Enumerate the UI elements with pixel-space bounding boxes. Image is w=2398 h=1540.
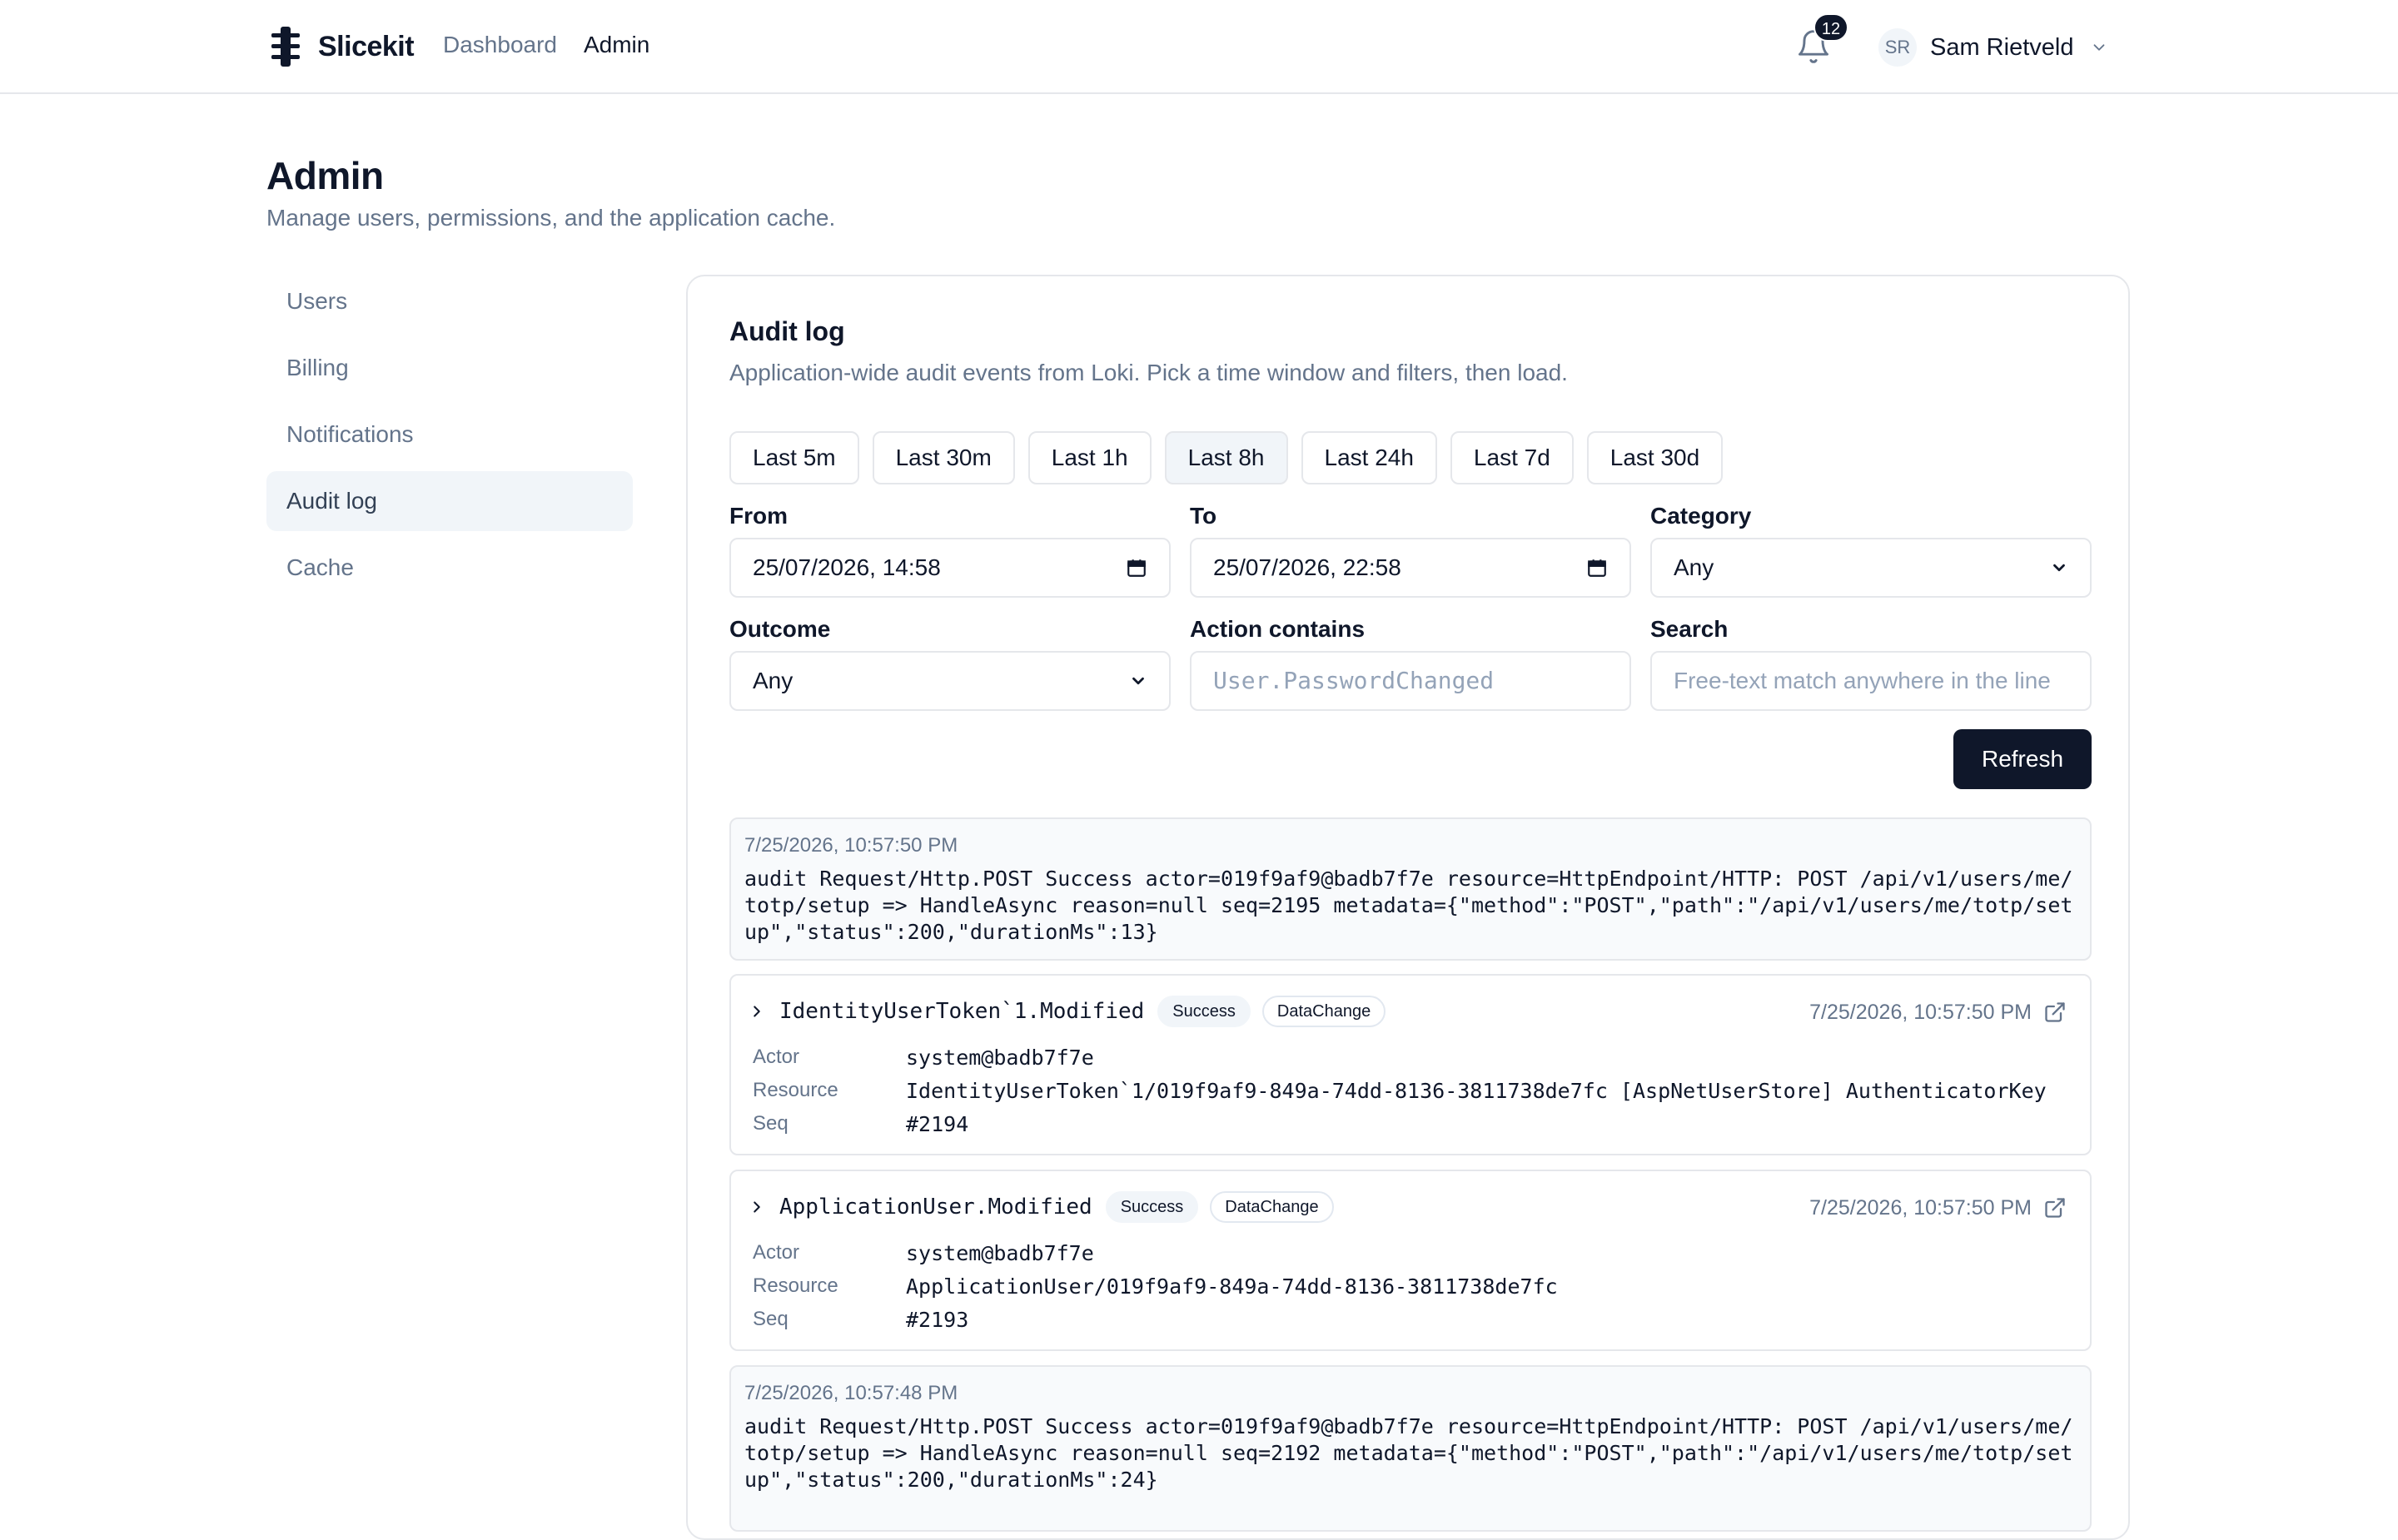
refresh-button[interactable]: Refresh (1953, 729, 2092, 789)
calendar-icon[interactable] (1586, 557, 1608, 579)
detail-row-actor: Actor system@badb7f7e (753, 1041, 2047, 1074)
range-last-1h-button[interactable]: Last 1h (1027, 431, 1152, 484)
calendar-icon[interactable] (1126, 557, 1147, 579)
detail-key: Actor (753, 1046, 800, 1068)
detail-value: IdentityUserToken`1/019f9af9-849a-74dd-8… (906, 1078, 2047, 1103)
notification-count-badge: 12 (1813, 13, 1848, 42)
outcome-select[interactable]: Any (729, 651, 1171, 711)
slicekit-logo-icon (271, 27, 300, 67)
detail-value: system@badb7f7e (906, 1045, 1094, 1070)
detail-key: Actor (753, 1241, 800, 1264)
category-badge: DataChange (1261, 996, 1386, 1027)
raw-log-entry: 7/25/2026, 10:57:48 PM audit Request/Htt… (729, 1365, 2092, 1532)
time-range-presets: Last 5m Last 30m Last 1h Last 8h Last 24… (729, 431, 1724, 484)
detail-key: Seq (753, 1112, 789, 1135)
range-last-8h-button[interactable]: Last 8h (1164, 431, 1288, 484)
action-contains-label: Action contains (1190, 616, 1366, 642)
raw-log-text: audit Request/Http.POST Success actor=01… (744, 1414, 2073, 1492)
from-datetime-input[interactable]: 25/07/2026, 14:58 (729, 538, 1171, 598)
audit-entry-action: IdentityUserToken`1.Modified (779, 999, 1145, 1024)
audit-entry-action: ApplicationUser.Modified (779, 1195, 1092, 1220)
outcome-badge: Success (1157, 996, 1251, 1027)
search-input[interactable] (1674, 668, 2068, 694)
from-label: From (729, 503, 788, 529)
audit-entry[interactable]: ApplicationUser.Modified Success DataCha… (729, 1170, 2092, 1351)
search-label: Search (1650, 616, 1729, 642)
raw-log-entry: 7/25/2026, 10:57:50 PM audit Request/Htt… (729, 817, 2092, 961)
chevron-right-icon[interactable] (748, 1002, 766, 1021)
action-contains-field (1190, 651, 1631, 711)
raw-log-text: audit Request/Http.POST Success actor=01… (744, 867, 2073, 944)
audit-entry-header: IdentityUserToken`1.Modified Success Dat… (748, 996, 1397, 1027)
to-datetime-input[interactable]: 25/07/2026, 22:58 (1190, 538, 1631, 598)
admin-sidebar: Users Billing Notifications Audit log Ca… (266, 271, 633, 604)
raw-log-time: 7/25/2026, 10:57:50 PM (744, 834, 958, 857)
range-last-7d-button[interactable]: Last 7d (1450, 431, 1574, 484)
raw-log-time: 7/25/2026, 10:57:48 PM (744, 1382, 958, 1404)
audit-entry-time: 7/25/2026, 10:57:50 PM (1809, 1001, 2032, 1024)
detail-value: #2194 (906, 1111, 969, 1136)
brand[interactable]: Slicekit (268, 25, 415, 68)
detail-row-seq: Seq #2194 (753, 1107, 2047, 1140)
audit-log-title: Audit log (729, 316, 845, 346)
audit-entry-details: Actor system@badb7f7e Resource Applicati… (753, 1236, 1558, 1336)
outcome-select-value: Any (753, 668, 794, 693)
detail-value: #2193 (906, 1307, 969, 1332)
detail-row-resource: Resource IdentityUserToken`1/019f9af9-84… (753, 1074, 2047, 1107)
detail-row-resource: Resource ApplicationUser/019f9af9-849a-7… (753, 1269, 1558, 1303)
detail-value: ApplicationUser/019f9af9-849a-74dd-8136-… (906, 1274, 1558, 1299)
audit-entry-time: 7/25/2026, 10:57:50 PM (1809, 1196, 2032, 1220)
external-link-icon[interactable] (2043, 1001, 2067, 1024)
audit-entry[interactable]: IdentityUserToken`1.Modified Success Dat… (729, 974, 2092, 1155)
from-datetime-value: 25/07/2026, 14:58 (753, 554, 941, 580)
audit-log-card: Audit log Application-wide audit events … (686, 275, 2130, 1540)
sidebar-item-cache[interactable]: Cache (266, 538, 633, 598)
detail-row-seq: Seq #2193 (753, 1303, 1558, 1336)
nav-admin[interactable]: Admin (584, 32, 649, 58)
sidebar-item-notifications[interactable]: Notifications (266, 405, 633, 464)
chevron-down-icon (1132, 677, 1144, 685)
category-label: Category (1650, 503, 1752, 529)
chevron-down-icon (2053, 564, 2065, 572)
sidebar-item-billing[interactable]: Billing (266, 338, 633, 398)
range-last-24h-button[interactable]: Last 24h (1301, 431, 1437, 484)
top-header: Slicekit Dashboard Admin 12 SR Sam Rietv… (0, 0, 2398, 94)
to-datetime-value: 25/07/2026, 22:58 (1213, 554, 1401, 580)
category-select[interactable]: Any (1650, 538, 2092, 598)
search-field (1650, 651, 2092, 711)
avatar: SR (1878, 28, 1917, 67)
audit-entry-details: Actor system@badb7f7e Resource IdentityU… (753, 1041, 2047, 1140)
category-select-value: Any (1674, 554, 1714, 580)
detail-value: system@badb7f7e (906, 1240, 1094, 1265)
sidebar-item-audit-log[interactable]: Audit log (266, 471, 633, 531)
outcome-badge: Success (1105, 1191, 1199, 1223)
user-menu[interactable]: SR Sam Rietveld (1878, 28, 2108, 67)
audit-entry-header: ApplicationUser.Modified Success DataCha… (748, 1191, 1346, 1223)
chevron-right-icon[interactable] (748, 1198, 766, 1216)
detail-key: Seq (753, 1308, 789, 1330)
detail-key: Resource (753, 1079, 838, 1101)
detail-row-actor: Actor system@badb7f7e (753, 1236, 1558, 1269)
to-label: To (1190, 503, 1217, 529)
page-subtitle: Manage users, permissions, and the appli… (266, 205, 836, 231)
sidebar-item-users[interactable]: Users (266, 271, 633, 331)
external-link-icon[interactable] (2043, 1196, 2067, 1220)
range-last-30m-button[interactable]: Last 30m (872, 431, 1015, 484)
brand-name: Slicekit (318, 30, 415, 62)
audit-log-subtitle: Application-wide audit events from Loki.… (729, 360, 1568, 385)
main-nav: Dashboard Admin (443, 32, 649, 58)
page-title: Admin (266, 154, 384, 197)
detail-key: Resource (753, 1274, 838, 1297)
nav-dashboard[interactable]: Dashboard (443, 32, 557, 58)
action-contains-input[interactable] (1213, 668, 1608, 694)
chevron-down-icon (2094, 44, 2105, 51)
user-name: Sam Rietveld (1930, 33, 2074, 61)
outcome-label: Outcome (729, 616, 831, 642)
range-last-5m-button[interactable]: Last 5m (729, 431, 859, 484)
range-last-30d-button[interactable]: Last 30d (1586, 431, 1724, 484)
category-badge: DataChange (1210, 1191, 1334, 1223)
